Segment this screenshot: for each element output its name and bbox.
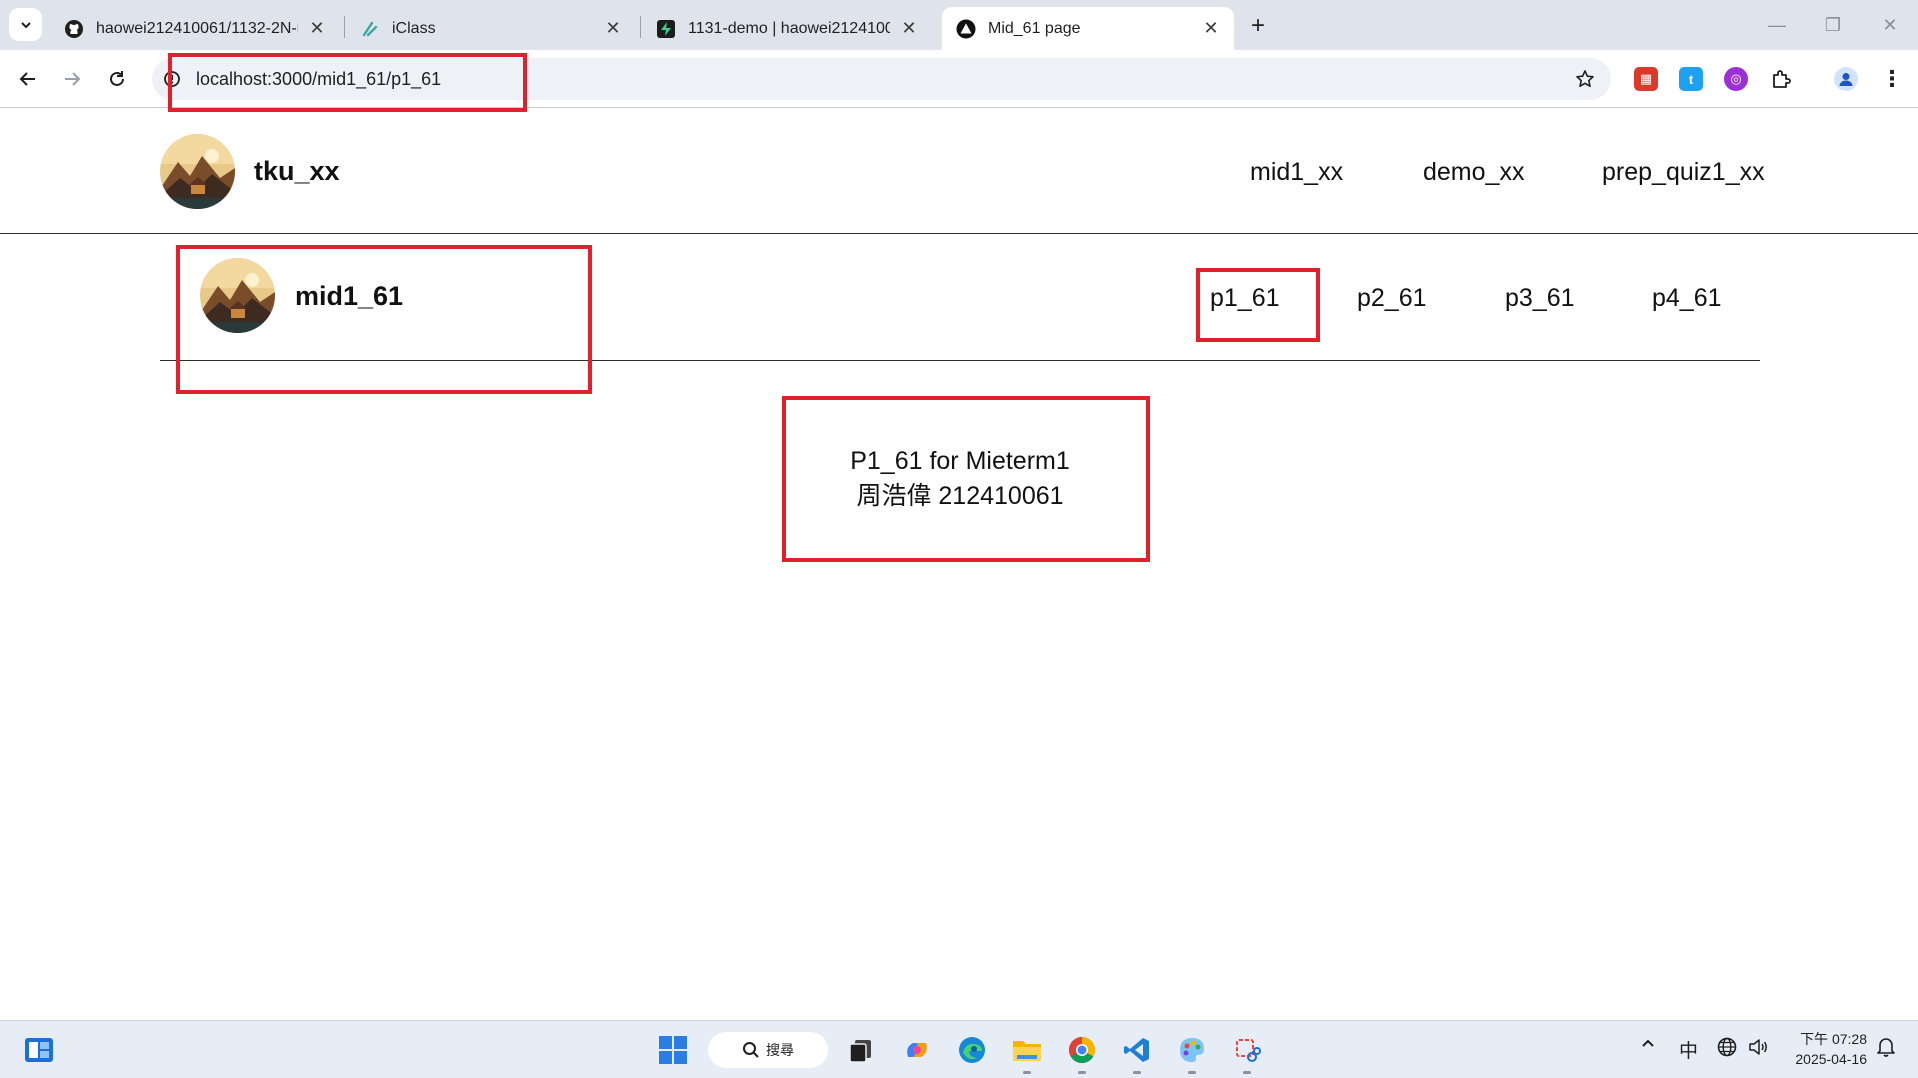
extension-red-icon[interactable]: ▦ [1634, 67, 1658, 91]
tab-title: haowei212410061/1132-2N-r [96, 19, 298, 37]
nav-link-demo[interactable]: demo_xx [1423, 158, 1524, 187]
forward-button[interactable] [56, 63, 88, 95]
browser-menu-icon[interactable]: ⋮ [1880, 66, 1904, 91]
reload-icon [110, 71, 124, 86]
subnav-link-p3[interactable]: p3_61 [1505, 284, 1575, 313]
arrow-right-icon [65, 72, 81, 86]
running-indicator [1078, 1071, 1086, 1074]
close-icon[interactable]: ✕ [602, 18, 624, 40]
notification-bell-icon[interactable] [1876, 1036, 1896, 1063]
tab-search-button[interactable] [9, 8, 42, 41]
snipping-tool-icon[interactable] [1230, 1033, 1264, 1067]
system-clock[interactable]: 下午 07:28 2025-04-16 [1787, 1029, 1867, 1069]
arrow-left-icon [19, 72, 35, 86]
tab-supabase[interactable]: 1131-demo | haowei2124100 ✕ [642, 7, 932, 50]
profile-avatar-icon[interactable] [1834, 67, 1858, 91]
annotation-box-url [168, 53, 527, 112]
network-globe-icon[interactable] [1716, 1036, 1738, 1063]
chevron-down-icon [20, 21, 31, 28]
running-indicator [1243, 1071, 1251, 1074]
extension-t-icon[interactable]: t [1679, 67, 1703, 91]
close-icon[interactable]: ✕ [306, 18, 328, 40]
tab-separator [640, 16, 641, 38]
extensions-puzzle-icon[interactable] [1769, 67, 1793, 91]
bookmark-star-icon[interactable] [1573, 67, 1597, 91]
windows-taskbar: 搜尋 中 下午 07:28 2025-04-16 [0, 1020, 1918, 1078]
clock-date: 2025-04-16 [1795, 1051, 1867, 1067]
site-logo-avatar[interactable] [160, 134, 235, 209]
subnav-link-p4[interactable]: p4_61 [1652, 284, 1722, 313]
tab-separator [344, 16, 345, 38]
tab-iclass[interactable]: iClass ✕ [346, 7, 636, 50]
tab-title: 1131-demo | haowei2124100 [688, 19, 890, 37]
iclass-icon [360, 19, 380, 39]
supabase-icon [656, 19, 676, 39]
tab-mid61-active[interactable]: Mid_61 page ✕ [942, 7, 1234, 50]
search-icon [743, 1042, 759, 1058]
plus-icon: + [1250, 12, 1265, 39]
back-button[interactable] [12, 63, 44, 95]
close-icon[interactable]: ✕ [1200, 18, 1222, 40]
minimize-button[interactable]: — [1757, 10, 1797, 40]
github-icon [64, 19, 84, 39]
browser-tab-strip: haowei212410061/1132-2N-r ✕ iClass ✕ 113… [0, 0, 1918, 50]
site-header: tku_xx mid1_xx demo_xx prep_quiz1_xx [0, 108, 1918, 234]
running-indicator [1133, 1071, 1141, 1074]
annotation-box-section-title [176, 245, 592, 394]
tab-title: Mid_61 page [988, 19, 1081, 37]
restore-icon: ❐ [1824, 14, 1842, 35]
running-indicator [1188, 1071, 1196, 1074]
close-icon: ✕ [1882, 14, 1898, 35]
chrome-browser-icon[interactable] [1065, 1033, 1099, 1067]
start-windows-icon[interactable] [656, 1033, 690, 1067]
paint-app-icon[interactable] [1175, 1033, 1209, 1067]
reload-button[interactable] [101, 63, 133, 95]
nav-link-mid1[interactable]: mid1_xx [1250, 158, 1343, 187]
subnav-link-p2[interactable]: p2_61 [1357, 284, 1427, 313]
extension-purple-icon[interactable]: ◎ [1724, 67, 1748, 91]
clock-time: 下午 07:28 [1800, 1031, 1867, 1047]
vscode-icon[interactable] [1120, 1033, 1154, 1067]
file-explorer-icon[interactable] [1010, 1033, 1044, 1067]
chevron-up-icon[interactable] [1640, 1035, 1656, 1056]
task-view-icon[interactable] [844, 1033, 878, 1067]
minimize-icon: — [1768, 14, 1786, 35]
close-icon[interactable]: ✕ [898, 18, 920, 40]
widgets-icon[interactable] [22, 1033, 56, 1067]
restore-button[interactable]: ❐ [1813, 10, 1853, 40]
taskbar-search-label: 搜尋 [766, 1042, 794, 1058]
tab-title: iClass [392, 19, 436, 37]
copilot-icon[interactable] [900, 1033, 934, 1067]
site-brand-name[interactable]: tku_xx [254, 156, 340, 187]
close-window-button[interactable]: ✕ [1870, 10, 1910, 40]
taskbar-search-box[interactable]: 搜尋 [708, 1032, 828, 1068]
new-tab-button[interactable]: + [1243, 11, 1273, 41]
ime-indicator[interactable]: 中 [1679, 1036, 1698, 1063]
annotation-box-content [782, 396, 1150, 562]
running-indicator [1023, 1071, 1031, 1074]
nav-link-prep-quiz1[interactable]: prep_quiz1_xx [1602, 158, 1765, 187]
tab-github[interactable]: haowei212410061/1132-2N-r ✕ [50, 7, 340, 50]
nextjs-icon [956, 19, 976, 39]
speaker-volume-icon[interactable] [1747, 1036, 1769, 1063]
annotation-box-p1-link [1196, 268, 1320, 342]
edge-browser-icon[interactable] [955, 1033, 989, 1067]
